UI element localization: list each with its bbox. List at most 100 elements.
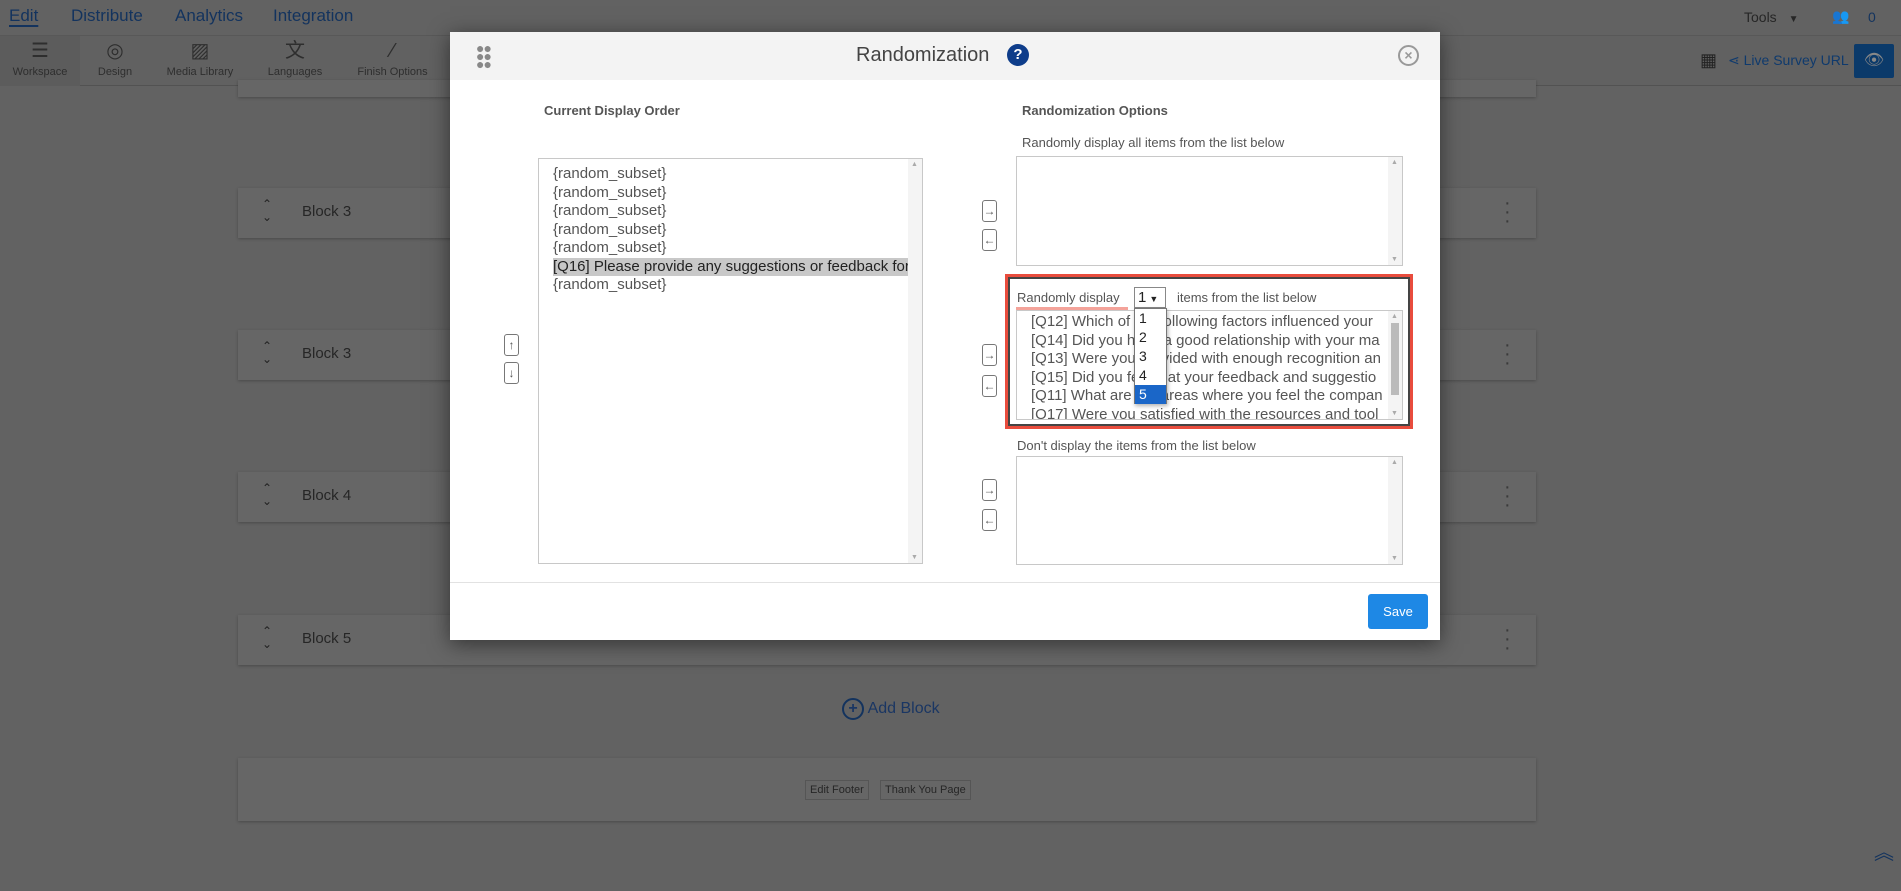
thank-you-page-button[interactable]: Thank You Page xyxy=(880,780,971,800)
live-url-label: Live Survey URL xyxy=(1743,52,1849,68)
more-options-icon[interactable]: · · · xyxy=(1504,620,1511,658)
chevron-down-icon: ▼ xyxy=(1149,294,1159,304)
collaborators-icon[interactable]: 👥 xyxy=(1832,8,1849,25)
scrollbar[interactable] xyxy=(1388,157,1402,265)
image-icon: ▨ xyxy=(190,40,210,62)
move-left-button[interactable]: ← xyxy=(982,375,997,397)
edit-footer-button[interactable]: Edit Footer xyxy=(805,780,869,800)
list-item[interactable]: [Q13] Were you provided with enough reco… xyxy=(1031,350,1402,369)
tab-distribute[interactable]: Distribute xyxy=(71,6,143,26)
translate-icon: 文 xyxy=(285,40,305,62)
randomization-dialog: ●● ●● ●● Randomization ? × Current Display… xyxy=(450,32,1440,640)
dropdown-option[interactable]: 4 xyxy=(1135,366,1166,385)
exclude-list[interactable] xyxy=(1016,456,1403,565)
dropdown-option[interactable]: 1 xyxy=(1135,309,1166,328)
plus-circle-icon: + xyxy=(842,698,864,720)
more-options-icon[interactable]: · · · xyxy=(1504,193,1511,231)
block-title: Block 4 xyxy=(302,487,352,504)
scrollbar[interactable] xyxy=(908,159,922,563)
toolbar-design[interactable]: ◎ Design xyxy=(80,36,150,86)
toolbar-workspace[interactable]: ☰ Workspace xyxy=(0,36,80,86)
options-heading: Randomization Options xyxy=(1022,103,1168,118)
subset-label-post: items from the list below xyxy=(1177,290,1317,305)
toolbar-label: Finish Options xyxy=(357,66,428,78)
add-block-label: Add Block xyxy=(867,700,940,717)
move-right-button[interactable]: → xyxy=(982,479,997,501)
tools-menu[interactable]: Tools ▼ xyxy=(1744,9,1798,25)
dialog-header: ●● ●● ●● Randomization ? × xyxy=(450,32,1440,80)
list-item[interactable]: [Q11] What are the areas where you feel … xyxy=(1031,387,1402,406)
reorder-chevrons-icon[interactable]: ⌃ ⌄ xyxy=(262,482,272,508)
block-title: Block 3 xyxy=(302,203,352,220)
dialog-title: Randomization xyxy=(856,44,990,66)
move-left-button[interactable]: ← xyxy=(982,509,997,531)
scrollbar[interactable] xyxy=(1388,457,1402,564)
top-nav: Edit Distribute Analytics Integration To… xyxy=(0,0,1901,36)
randomize-all-list[interactable] xyxy=(1016,156,1403,266)
list-item[interactable]: [Q12] Which of the following factors inf… xyxy=(1031,313,1402,332)
list-item[interactable]: [Q16] Please provide any suggestions or … xyxy=(553,257,910,276)
current-order-heading: Current Display Order xyxy=(544,103,680,118)
toolbar-label: Media Library xyxy=(166,66,234,78)
subset-count-dropdown: 12345 xyxy=(1134,308,1167,404)
move-right-button[interactable]: → xyxy=(982,344,997,366)
list-item[interactable]: {random_subset} xyxy=(553,202,922,221)
dropdown-option[interactable]: 2 xyxy=(1135,328,1166,347)
tab-analytics[interactable]: Analytics xyxy=(175,6,243,26)
close-icon[interactable]: × xyxy=(1398,45,1419,66)
magic-wand-icon: ⁄ xyxy=(390,40,395,62)
subset-label-pre: Randomly display xyxy=(1017,290,1120,305)
toolbar-languages[interactable]: 文 Languages xyxy=(260,36,330,86)
help-icon[interactable]: ? xyxy=(1007,44,1029,66)
list-item[interactable]: {random_subset} xyxy=(553,239,922,258)
tab-edit[interactable]: Edit xyxy=(9,6,38,26)
list-item[interactable]: {random_subset} xyxy=(553,221,922,240)
workspace-icon: ☰ xyxy=(31,40,49,62)
caret-down-icon: ▼ xyxy=(1788,14,1799,25)
reorder-chevrons-icon[interactable]: ⌃ ⌄ xyxy=(262,625,272,651)
drag-handle-icon[interactable]: ●● ●● ●● xyxy=(476,41,492,71)
move-up-button[interactable]: ↑ xyxy=(504,334,519,356)
share-icon: ⋖ xyxy=(1728,52,1740,68)
live-survey-url-link[interactable]: ⋖ Live Survey URL xyxy=(1728,52,1849,69)
list-item[interactable]: [Q14] Did you have a good relationship w… xyxy=(1031,332,1402,351)
randomize-subset-list[interactable]: [Q12] Which of the following factors inf… xyxy=(1016,310,1403,420)
current-order-list[interactable]: {random_subset} {random_subset} {random_su… xyxy=(538,158,923,564)
toolbar-label: Workspace xyxy=(12,66,68,78)
scroll-top-icon[interactable]: ︽ xyxy=(1874,836,1894,865)
select-value: 1 xyxy=(1138,289,1147,306)
qr-code-icon[interactable]: ▦ xyxy=(1700,50,1717,71)
palette-icon: ◎ xyxy=(106,40,124,62)
reorder-chevrons-icon[interactable]: ⌃ ⌄ xyxy=(262,198,272,224)
list-item[interactable]: [Q15] Did you feel that your feedback an… xyxy=(1031,369,1402,388)
more-options-icon[interactable]: · · · xyxy=(1504,477,1511,515)
footer-block: Edit Footer Thank You Page xyxy=(238,758,1536,821)
dropdown-option[interactable]: 3 xyxy=(1135,347,1166,366)
move-down-button[interactable]: ↓ xyxy=(504,362,519,384)
divider xyxy=(450,582,1440,583)
subset-count-select[interactable]: 1 ▼ xyxy=(1134,287,1166,308)
exclude-label: Don't display the items from the list be… xyxy=(1017,438,1256,453)
list-item[interactable]: {random_subset} xyxy=(553,276,922,295)
scrollbar[interactable] xyxy=(1388,311,1402,419)
reorder-chevrons-icon[interactable]: ⌃ ⌄ xyxy=(262,340,272,366)
add-block-button[interactable]: + Add Block xyxy=(842,698,940,720)
all-items-label: Randomly display all items from the list… xyxy=(1022,135,1285,150)
tools-label: Tools xyxy=(1744,9,1777,25)
toolbar-label: Design xyxy=(97,66,133,78)
toolbar-finish-options[interactable]: ⁄ Finish Options xyxy=(350,36,435,86)
collaborator-count: 0 xyxy=(1868,9,1876,25)
move-right-button[interactable]: → xyxy=(982,200,997,222)
list-item[interactable]: [Q17] Were you satisfied with the resour… xyxy=(1031,406,1402,420)
save-button[interactable]: Save xyxy=(1368,594,1428,629)
preview-eye-button[interactable]: 👁 xyxy=(1854,44,1894,78)
list-item[interactable]: {random_subset} xyxy=(553,184,922,203)
dropdown-option[interactable]: 5 xyxy=(1135,385,1166,404)
toolbar-label: Languages xyxy=(267,66,323,78)
tab-integration[interactable]: Integration xyxy=(273,6,353,26)
toolbar-media-library[interactable]: ▨ Media Library xyxy=(160,36,240,86)
list-item[interactable]: {random_subset} xyxy=(553,165,922,184)
more-options-icon[interactable]: · · · xyxy=(1504,335,1511,373)
move-left-button[interactable]: ← xyxy=(982,229,997,251)
block-title: Block 3 xyxy=(302,345,352,362)
